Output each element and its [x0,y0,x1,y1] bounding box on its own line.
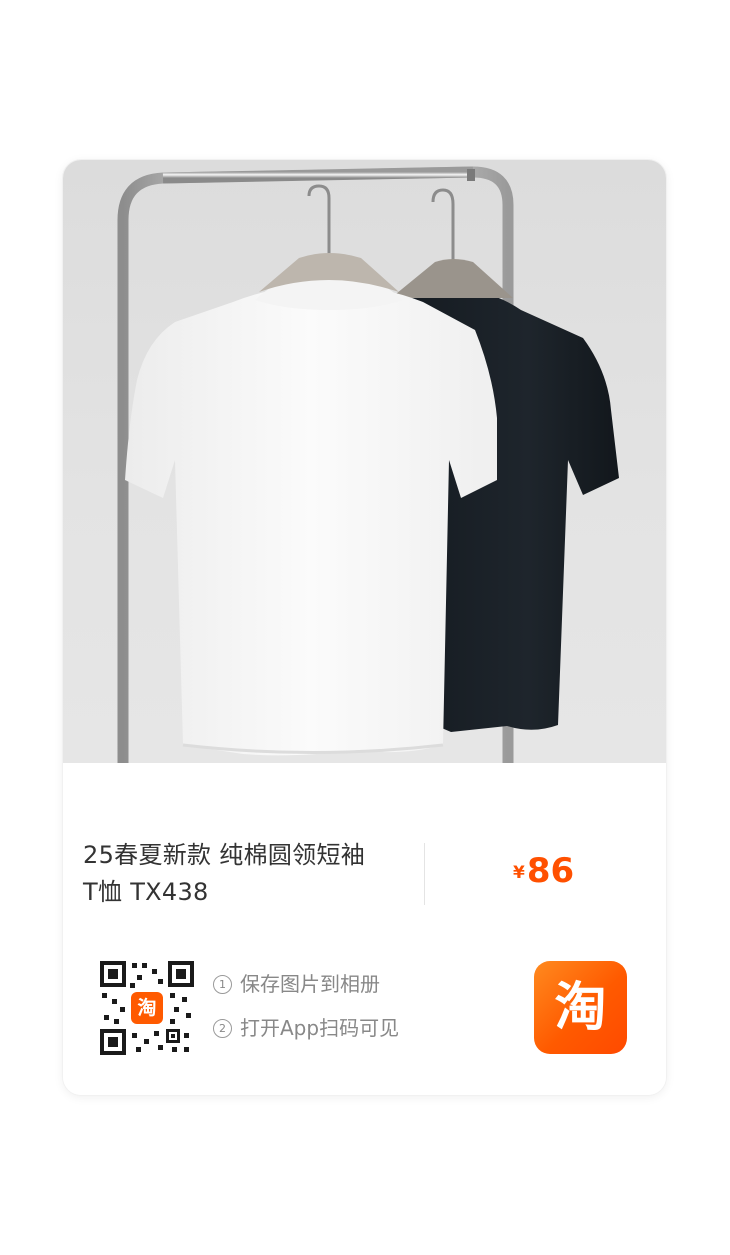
share-card: 25春夏新款 纯棉圆领短袖 T恤 TX438 ¥86 淘 1 保存图片到相册 2… [63,160,666,1095]
step-number-1: 1 [213,975,232,994]
qr-badge-char: 淘 [137,996,157,1019]
taobao-logo-icon: 淘 [534,961,627,1054]
scan-instructions: 1 保存图片到相册 2 打开App扫码可见 [213,969,399,1057]
tshirts-on-rack-image [117,166,619,763]
product-price: ¥86 [513,851,574,891]
price-currency-symbol: ¥ [513,863,525,883]
product-title-line1: 25春夏新款 纯棉圆领短袖 [83,841,366,869]
qr-taobao-badge-icon: 淘 [131,992,163,1024]
step-text-1: 保存图片到相册 [240,972,380,996]
taobao-logo-char: 淘 [554,977,607,1038]
product-title-line2: T恤 TX438 [83,878,209,906]
qr-code-icon: 淘 [100,961,194,1055]
product-photo [63,160,666,763]
step-save-image: 1 保存图片到相册 [213,969,399,1013]
price-value: 86 [526,851,575,891]
product-info: 25春夏新款 纯棉圆领短袖 T恤 TX438 ¥86 淘 1 保存图片到相册 2… [63,763,666,1095]
divider [424,843,425,905]
step-text-2: 打开App扫码可见 [240,1016,400,1040]
product-title: 25春夏新款 纯棉圆领短袖 T恤 TX438 [83,837,413,911]
step-number-2: 2 [213,1019,232,1038]
step-open-app: 2 打开App扫码可见 [213,1013,399,1057]
